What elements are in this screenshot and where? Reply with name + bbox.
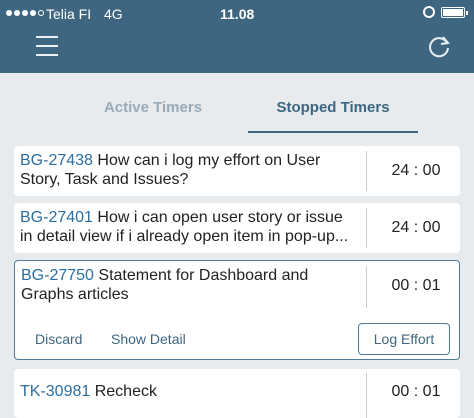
card-divider bbox=[366, 266, 367, 308]
card-divider bbox=[366, 151, 367, 191]
show-detail-button[interactable]: Show Detail bbox=[111, 331, 186, 347]
timer-title: BG-27401 How i can open user story or is… bbox=[20, 209, 349, 245]
hamburger-icon[interactable] bbox=[36, 36, 58, 58]
timer-id[interactable]: TK-30981 bbox=[20, 383, 90, 400]
timer-value: 24 : 00 bbox=[391, 162, 441, 179]
discard-button[interactable]: Discard bbox=[35, 331, 82, 347]
selected-tab-indicator bbox=[248, 131, 418, 133]
signal-strength-icon bbox=[6, 10, 44, 16]
card-divider bbox=[366, 208, 367, 248]
log-effort-button[interactable]: Log Effort bbox=[358, 323, 450, 355]
carrier-name: Telia FI bbox=[46, 6, 92, 22]
timer-title: TK-30981 Recheck bbox=[20, 382, 360, 401]
timer-card-expanded[interactable]: BG-27750 Statement for Dashboard and Gra… bbox=[14, 260, 460, 360]
battery-icon bbox=[441, 7, 468, 18]
timer-value: 00 : 01 bbox=[391, 383, 441, 400]
alarm-icon bbox=[423, 6, 435, 18]
timer-id[interactable]: BG-27401 bbox=[20, 209, 93, 226]
app-header: Telia FI 4G 11.08 bbox=[0, 0, 474, 73]
tab-stopped-timers[interactable]: Stopped Timers bbox=[248, 99, 418, 116]
timer-tabs: Active Timers Stopped Timers bbox=[0, 73, 474, 135]
timer-value: 00 : 01 bbox=[391, 277, 441, 294]
timer-description: Recheck bbox=[94, 383, 157, 400]
tab-active-timers[interactable]: Active Timers bbox=[80, 99, 226, 116]
status-bar: Telia FI 4G 11.08 bbox=[0, 4, 474, 22]
timer-card[interactable]: TK-30981 Recheck 00 : 01 bbox=[14, 369, 460, 418]
timer-id[interactable]: BG-27750 bbox=[21, 267, 94, 284]
status-time: 11.08 bbox=[220, 6, 255, 22]
timer-value: 24 : 00 bbox=[391, 219, 441, 236]
timer-card[interactable]: BG-27401 How i can open user story or is… bbox=[14, 203, 460, 253]
card-divider bbox=[366, 373, 367, 418]
timer-title: BG-27438 How can i log my effort on User… bbox=[20, 151, 360, 189]
timer-title: BG-27750 Statement for Dashboard and Gra… bbox=[21, 266, 341, 304]
timer-id[interactable]: BG-27438 bbox=[20, 152, 93, 169]
refresh-icon[interactable] bbox=[426, 34, 452, 60]
timer-card[interactable]: BG-27438 How can i log my effort on User… bbox=[14, 146, 460, 196]
network-type: 4G bbox=[104, 6, 123, 22]
